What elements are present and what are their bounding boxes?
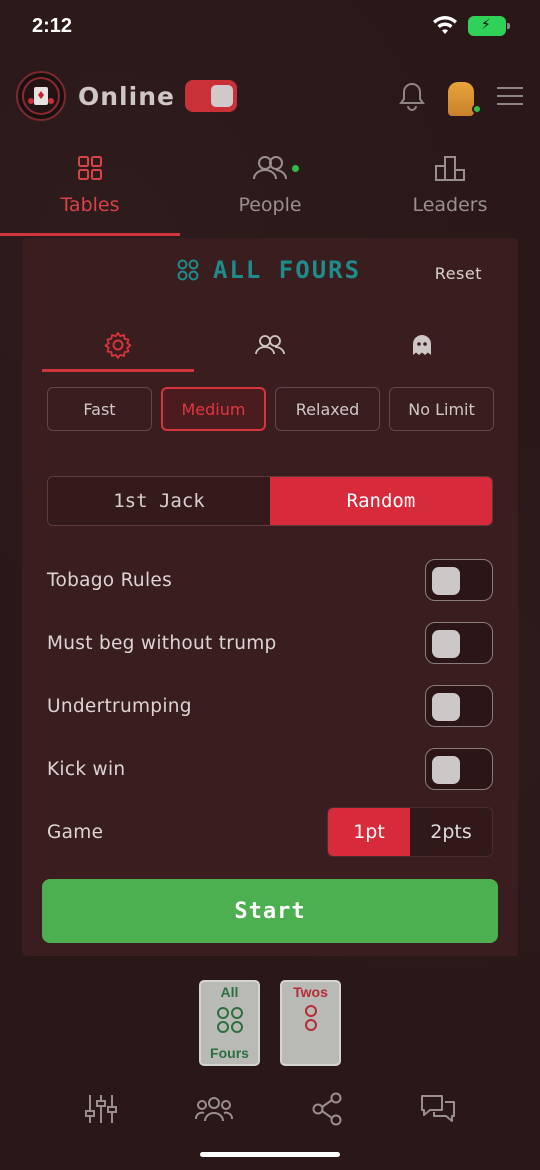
chat-icon[interactable] <box>420 1093 456 1125</box>
game-settings-panel: ALL FOURS Reset Fast Medium Relaxed No L… <box>22 238 518 956</box>
bottom-nav <box>0 1084 540 1134</box>
speed-medium-button[interactable]: Medium <box>161 387 266 431</box>
option-row: Undertrumping <box>47 684 493 728</box>
speed-fast-button[interactable]: Fast <box>47 387 152 431</box>
group-icon[interactable] <box>195 1094 234 1124</box>
people-icon <box>253 156 288 180</box>
deal-mode-random[interactable]: Random <box>270 477 492 525</box>
option-row: Must beg without trump <box>47 621 493 665</box>
status-bar: 2:12 ⚡ <box>0 0 540 52</box>
tab-tables[interactable]: Tables <box>0 148 180 236</box>
sub-tab-players[interactable] <box>194 318 346 372</box>
ghost-icon <box>413 335 431 355</box>
card-top-label: All <box>220 984 239 1000</box>
sub-tab-ghost[interactable] <box>346 318 498 372</box>
online-toggle-knob <box>210 85 233 107</box>
game-title: ALL FOURS <box>177 256 361 284</box>
option-row: Tobago Rules <box>47 558 493 602</box>
tab-leaders-label: Leaders <box>412 194 488 216</box>
game-mode-cards: All Fours Twos <box>0 980 540 1066</box>
app-header: Online <box>0 66 540 126</box>
option-label: Must beg without trump <box>47 632 277 654</box>
speed-no-limit-button[interactable]: No Limit <box>389 387 494 431</box>
wifi-icon <box>433 16 457 34</box>
switch-knob <box>432 756 460 784</box>
kick-win-switch[interactable] <box>425 748 493 790</box>
sliders-icon[interactable] <box>84 1093 118 1125</box>
points-1pt-button[interactable]: 1pt <box>328 808 410 856</box>
deal-mode-selector: 1st Jack Random <box>47 476 493 526</box>
online-toggle[interactable] <box>184 80 237 112</box>
status-time: 2:12 <box>32 14 73 37</box>
app-logo[interactable] <box>16 71 66 121</box>
tab-leaders[interactable]: Leaders <box>360 148 540 236</box>
people-icon <box>255 335 285 355</box>
settings-sub-tabs <box>42 318 498 372</box>
leaderboard-icon <box>435 156 465 181</box>
avatar-image <box>448 82 474 116</box>
option-label: Kick win <box>47 758 126 780</box>
avatar[interactable] <box>444 76 482 116</box>
online-status-dot <box>472 104 482 114</box>
people-online-dot <box>292 165 299 172</box>
bell-icon[interactable] <box>398 81 426 111</box>
sub-tab-settings[interactable] <box>42 318 194 372</box>
grid-icon <box>78 156 102 180</box>
logo-icon <box>22 77 60 115</box>
hamburger-menu-icon[interactable] <box>496 85 524 107</box>
game-points-selector: 1pt 2pts <box>327 807 493 857</box>
option-row: Kick win <box>47 747 493 791</box>
must-beg-switch[interactable] <box>425 622 493 664</box>
switch-knob <box>432 693 460 721</box>
panel-header: ALL FOURS Reset <box>22 256 518 296</box>
status-icons: ⚡ <box>432 16 510 36</box>
card-top-label: Twos <box>293 984 328 1000</box>
switch-knob <box>432 630 460 658</box>
speed-selector: Fast Medium Relaxed No Limit <box>47 387 494 431</box>
share-icon[interactable] <box>311 1092 343 1126</box>
twos-card[interactable]: Twos <box>280 980 341 1066</box>
online-label: Online <box>78 81 175 111</box>
four-dots-icon <box>216 1007 243 1033</box>
home-indicator <box>200 1152 340 1157</box>
option-label: Tobago Rules <box>47 569 173 591</box>
header-actions <box>398 76 524 116</box>
reset-button[interactable]: Reset <box>435 264 482 283</box>
settings-icon <box>104 332 132 359</box>
game-label: Game <box>47 821 104 843</box>
start-button[interactable]: Start <box>42 879 498 943</box>
game-points-row: Game 1pt 2pts <box>47 807 493 857</box>
tab-people-label: People <box>238 194 302 216</box>
tab-tables-label: Tables <box>60 194 120 216</box>
game-title-text: ALL FOURS <box>213 256 362 284</box>
deal-mode-first-jack[interactable]: 1st Jack <box>48 477 270 525</box>
tobago-rules-switch[interactable] <box>425 559 493 601</box>
switch-knob <box>432 567 460 595</box>
tab-people[interactable]: People <box>180 148 360 236</box>
two-dots-icon <box>304 1005 317 1031</box>
speed-relaxed-button[interactable]: Relaxed <box>275 387 380 431</box>
undertrumping-switch[interactable] <box>425 685 493 727</box>
four-dots-icon <box>177 259 199 281</box>
all-fours-card[interactable]: All Fours <box>199 980 260 1066</box>
points-2pts-button[interactable]: 2pts <box>410 808 492 856</box>
battery-icon: ⚡ <box>468 16 510 36</box>
main-tabs: Tables People Leaders <box>0 148 540 236</box>
card-bottom-label: Fours <box>210 1045 249 1061</box>
option-label: Undertrumping <box>47 695 192 717</box>
